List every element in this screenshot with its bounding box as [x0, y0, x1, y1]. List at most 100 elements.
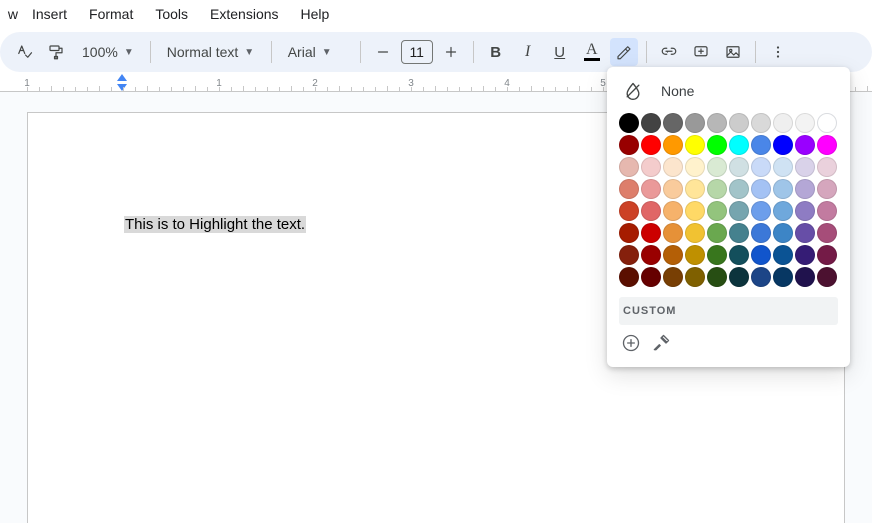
menu-item-help[interactable]: Help [293, 2, 338, 26]
color-swatch[interactable] [685, 267, 705, 287]
color-swatch[interactable] [817, 113, 837, 133]
color-swatch[interactable] [685, 113, 705, 133]
color-swatch[interactable] [795, 135, 815, 155]
color-swatch[interactable] [751, 245, 771, 265]
color-swatch[interactable] [707, 223, 727, 243]
color-swatch[interactable] [729, 245, 749, 265]
color-swatch[interactable] [641, 157, 661, 177]
italic-button[interactable]: I [514, 38, 542, 66]
color-swatch[interactable] [773, 201, 793, 221]
color-swatch[interactable] [619, 135, 639, 155]
color-swatch[interactable] [663, 157, 683, 177]
color-swatch[interactable] [663, 113, 683, 133]
increase-font-size-button[interactable] [437, 38, 465, 66]
color-swatch[interactable] [619, 179, 639, 199]
color-swatch[interactable] [685, 245, 705, 265]
more-tools-button[interactable] [764, 38, 792, 66]
color-swatch[interactable] [817, 135, 837, 155]
color-swatch[interactable] [685, 135, 705, 155]
color-swatch[interactable] [795, 201, 815, 221]
color-swatch[interactable] [641, 267, 661, 287]
color-swatch[interactable] [707, 201, 727, 221]
color-swatch[interactable] [817, 179, 837, 199]
color-swatch[interactable] [619, 267, 639, 287]
color-swatch[interactable] [795, 245, 815, 265]
eyedropper-button[interactable] [651, 333, 671, 353]
add-custom-color-button[interactable] [621, 333, 641, 353]
color-swatch[interactable] [641, 245, 661, 265]
color-swatch[interactable] [641, 179, 661, 199]
color-swatch[interactable] [707, 179, 727, 199]
color-swatch[interactable] [795, 179, 815, 199]
color-swatch[interactable] [773, 157, 793, 177]
color-swatch[interactable] [773, 135, 793, 155]
color-swatch[interactable] [729, 113, 749, 133]
font-dropdown[interactable]: Arial ▼ [280, 38, 352, 66]
color-swatch[interactable] [729, 135, 749, 155]
insert-image-button[interactable] [719, 38, 747, 66]
color-swatch[interactable] [619, 113, 639, 133]
color-swatch[interactable] [817, 201, 837, 221]
color-swatch[interactable] [795, 223, 815, 243]
indent-left-marker[interactable] [117, 84, 127, 91]
color-swatch[interactable] [619, 245, 639, 265]
color-swatch[interactable] [751, 201, 771, 221]
color-swatch[interactable] [729, 201, 749, 221]
color-swatch[interactable] [619, 223, 639, 243]
indent-first-line-marker[interactable] [117, 74, 127, 81]
color-swatch[interactable] [817, 157, 837, 177]
color-swatch[interactable] [663, 135, 683, 155]
menu-item-extensions[interactable]: Extensions [202, 2, 286, 26]
color-swatch[interactable] [773, 179, 793, 199]
spellcheck-button[interactable] [10, 38, 38, 66]
color-swatch[interactable] [685, 201, 705, 221]
color-swatch[interactable] [663, 245, 683, 265]
color-swatch[interactable] [795, 113, 815, 133]
color-swatch[interactable] [751, 135, 771, 155]
color-swatch[interactable] [685, 179, 705, 199]
color-swatch[interactable] [663, 179, 683, 199]
color-swatch[interactable] [685, 223, 705, 243]
bold-button[interactable]: B [482, 38, 510, 66]
color-swatch[interactable] [795, 267, 815, 287]
menu-item-insert[interactable]: Insert [24, 2, 75, 26]
menu-item-tools[interactable]: Tools [147, 2, 196, 26]
color-swatch[interactable] [795, 157, 815, 177]
color-swatch[interactable] [707, 135, 727, 155]
add-comment-button[interactable] [687, 38, 715, 66]
color-swatch[interactable] [751, 113, 771, 133]
highlight-none-option[interactable]: None [619, 77, 838, 105]
paragraph-style-dropdown[interactable]: Normal text ▼ [159, 38, 263, 66]
color-swatch[interactable] [773, 245, 793, 265]
menu-item-partial[interactable]: w [4, 6, 18, 22]
color-swatch[interactable] [773, 223, 793, 243]
paint-format-button[interactable] [42, 38, 70, 66]
color-swatch[interactable] [729, 223, 749, 243]
zoom-dropdown[interactable]: 100% ▼ [74, 38, 142, 66]
color-swatch[interactable] [751, 267, 771, 287]
color-swatch[interactable] [619, 157, 639, 177]
color-swatch[interactable] [707, 157, 727, 177]
color-swatch[interactable] [751, 179, 771, 199]
selected-text[interactable]: This is to Highlight the text. [124, 216, 306, 233]
decrease-font-size-button[interactable] [369, 38, 397, 66]
color-swatch[interactable] [641, 135, 661, 155]
color-swatch[interactable] [663, 223, 683, 243]
color-swatch[interactable] [663, 201, 683, 221]
underline-button[interactable]: U [546, 38, 574, 66]
color-swatch[interactable] [663, 267, 683, 287]
color-swatch[interactable] [619, 201, 639, 221]
text-color-button[interactable]: A [578, 38, 606, 66]
color-swatch[interactable] [729, 267, 749, 287]
color-swatch[interactable] [817, 267, 837, 287]
color-swatch[interactable] [773, 267, 793, 287]
color-swatch[interactable] [729, 179, 749, 199]
color-swatch[interactable] [641, 223, 661, 243]
color-swatch[interactable] [751, 157, 771, 177]
highlight-color-button[interactable] [610, 38, 638, 66]
color-swatch[interactable] [707, 267, 727, 287]
color-swatch[interactable] [707, 113, 727, 133]
color-swatch[interactable] [817, 223, 837, 243]
color-swatch[interactable] [773, 113, 793, 133]
font-size-input[interactable]: 11 [401, 40, 433, 64]
